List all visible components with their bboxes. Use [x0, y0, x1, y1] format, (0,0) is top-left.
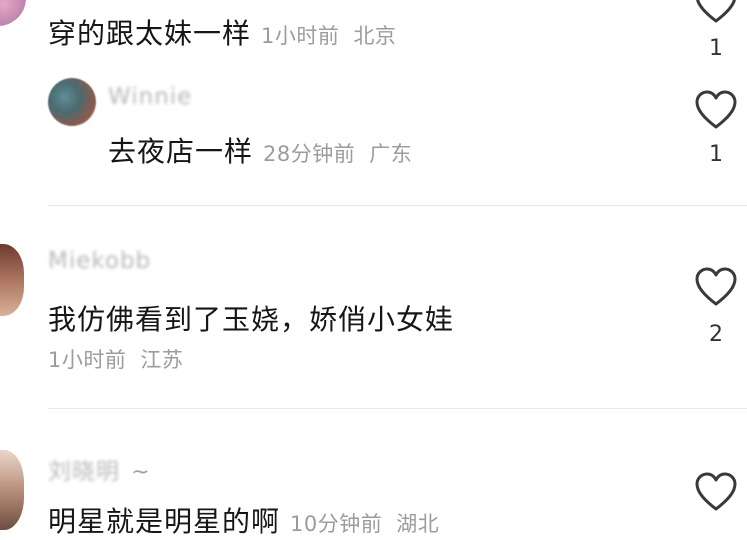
comment-body: 去夜店一样	[108, 135, 254, 168]
author-suffix: ~	[131, 460, 150, 485]
comment-body: 穿的跟太妹一样	[48, 17, 252, 50]
avatar[interactable]	[0, 0, 26, 26]
comment-author-row: 刘晓明 ~	[48, 452, 150, 486]
comment-time: 10分钟前	[290, 512, 383, 536]
comment-text: 我仿佛看到了玉娆，娇俏小女娃	[48, 303, 455, 336]
heart-outline-icon[interactable]	[694, 90, 738, 130]
comment-text: 穿的跟太妹一样 1小时前 北京	[48, 12, 396, 52]
heart-outline-icon[interactable]	[694, 0, 738, 24]
like-count: 1	[709, 142, 723, 167]
like-count: 2	[709, 322, 723, 347]
comment-time: 1小时前	[48, 348, 127, 372]
heart-outline-icon[interactable]	[694, 472, 738, 512]
comment-time: 28分钟前	[263, 142, 356, 166]
divider	[48, 205, 747, 206]
comment-author[interactable]: Miekobb	[48, 248, 151, 274]
comment-location: 湖北	[396, 512, 440, 536]
comment-meta: 1小时前 江苏	[48, 344, 183, 374]
like-count: 1	[709, 36, 723, 61]
comment-text: 明星就是明星的啊 10分钟前 湖北	[48, 500, 439, 540]
comment-location: 江苏	[140, 348, 184, 372]
avatar[interactable]	[48, 78, 96, 126]
comment-body: 明星就是明星的啊	[48, 505, 281, 538]
comment-author[interactable]: 刘晓明	[48, 452, 120, 486]
comment-location: 广东	[369, 142, 413, 166]
comment-time: 1小时前	[261, 24, 340, 48]
comment-author[interactable]: Winnie	[108, 84, 192, 110]
divider	[48, 408, 747, 409]
avatar[interactable]	[0, 450, 24, 530]
comment-text: 去夜店一样 28分钟前 广东	[108, 130, 412, 170]
heart-outline-icon[interactable]	[694, 267, 738, 307]
avatar[interactable]	[0, 244, 24, 316]
comment-location: 北京	[353, 24, 397, 48]
